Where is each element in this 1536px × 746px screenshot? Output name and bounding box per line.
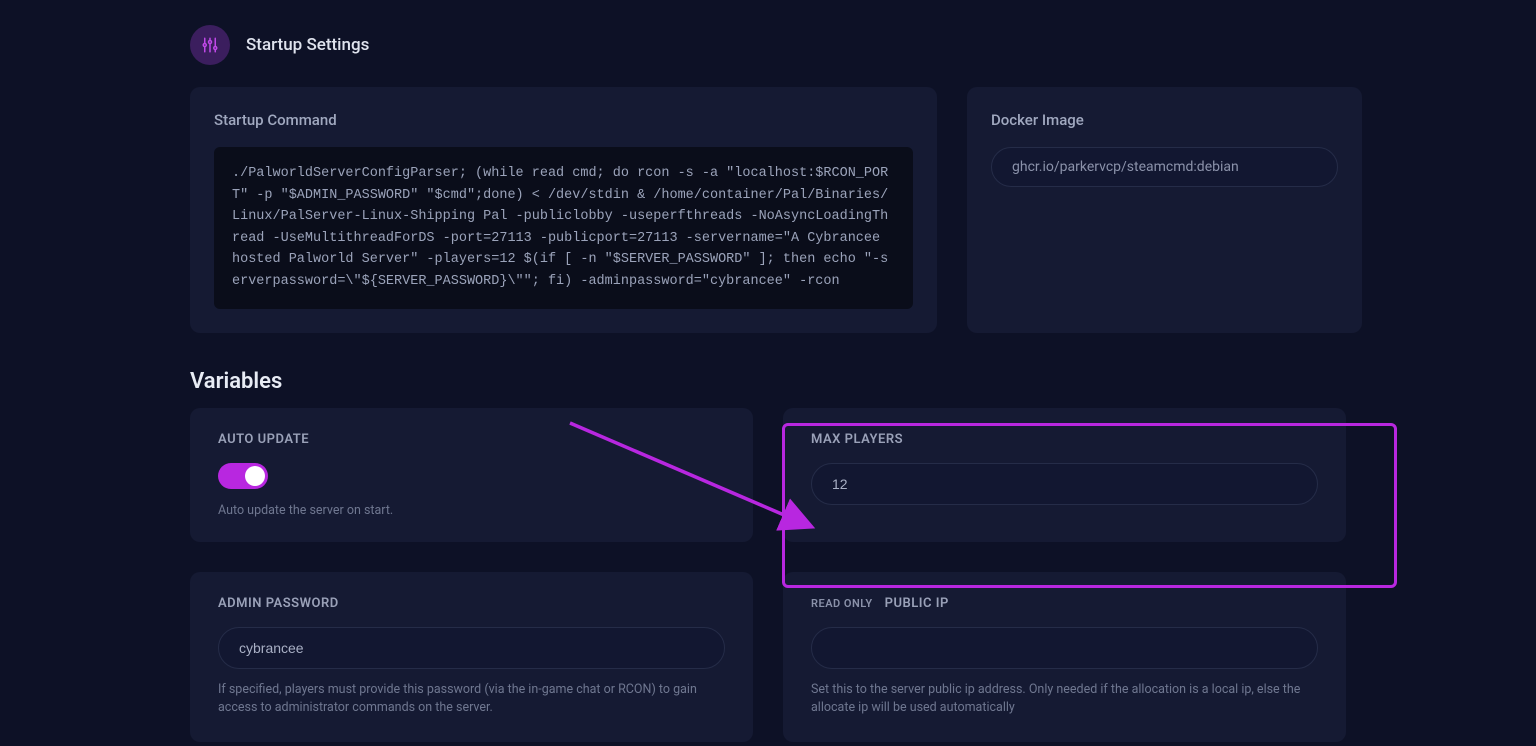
- admin-password-card: ADMIN PASSWORD If specified, players mus…: [190, 572, 753, 743]
- public-ip-label: PUBLIC IP: [885, 596, 949, 611]
- settings-icon: [190, 25, 230, 65]
- docker-image-title: Docker Image: [991, 111, 1338, 129]
- docker-image-select[interactable]: ghcr.io/parkervcp/steamcmd:debian: [991, 147, 1338, 187]
- public-ip-input: [811, 627, 1318, 669]
- max-players-input[interactable]: [811, 463, 1318, 505]
- auto-update-desc: Auto update the server on start.: [218, 503, 725, 518]
- startup-command-code: ./PalworldServerConfigParser; (while rea…: [214, 147, 913, 309]
- docker-image-card: Docker Image ghcr.io/parkervcp/steamcmd:…: [967, 87, 1362, 333]
- startup-settings-header: Startup Settings: [190, 25, 1346, 65]
- admin-password-label: ADMIN PASSWORD: [218, 596, 725, 611]
- variables-heading: Variables: [190, 369, 1346, 394]
- max-players-card: MAX PLAYERS: [783, 408, 1346, 542]
- admin-password-input[interactable]: [218, 627, 725, 669]
- max-players-label: MAX PLAYERS: [811, 432, 1318, 447]
- auto-update-toggle[interactable]: [218, 463, 268, 489]
- section-title: Startup Settings: [246, 35, 369, 55]
- startup-command-title: Startup Command: [214, 111, 913, 129]
- admin-password-desc: If specified, players must provide this …: [218, 681, 725, 719]
- startup-command-card: Startup Command ./PalworldServerConfigPa…: [190, 87, 937, 333]
- auto-update-label: AUTO UPDATE: [218, 432, 725, 447]
- auto-update-card: AUTO UPDATE Auto update the server on st…: [190, 408, 753, 542]
- public-ip-readonly-badge: READ ONLY: [811, 597, 873, 610]
- public-ip-card: READ ONLY PUBLIC IP Set this to the serv…: [783, 572, 1346, 743]
- public-ip-desc: Set this to the server public ip address…: [811, 681, 1318, 719]
